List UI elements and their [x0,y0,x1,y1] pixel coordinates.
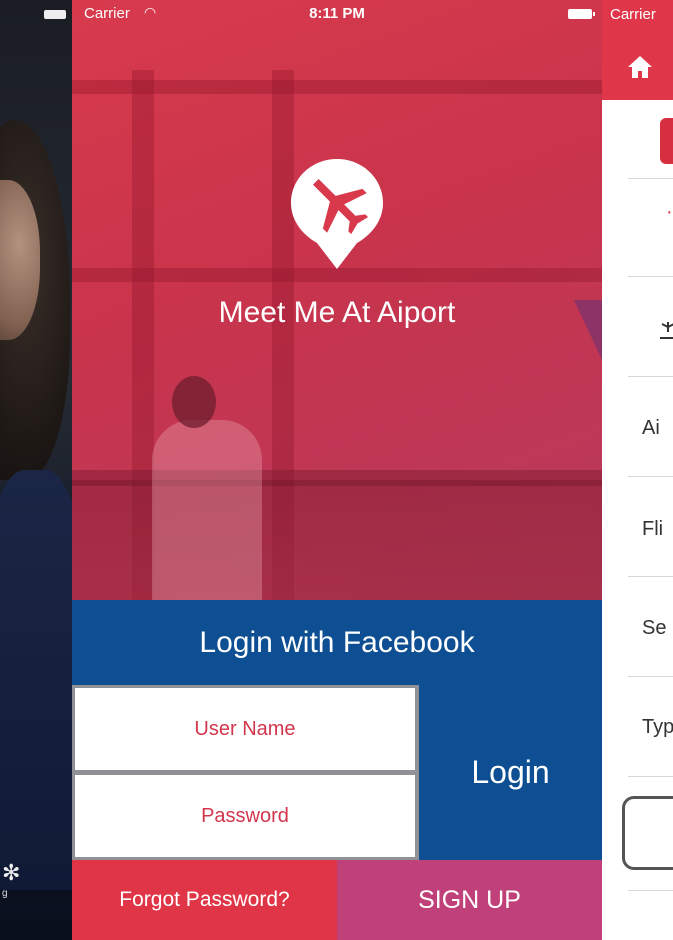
window-frame [72,80,602,94]
tab-bar-icon[interactable]: ✻ [2,860,20,886]
password-field[interactable]: Password [75,775,415,857]
login-with-facebook-button[interactable]: Login with Facebook [72,600,602,685]
form-row-service[interactable]: Se [642,617,666,640]
plane-pin-icon [291,159,383,269]
clock: 8:11 PM [309,5,365,22]
forgot-password-button[interactable]: Forgot Password? [72,860,337,940]
plane-icon [660,322,673,339]
battery-icon [44,10,66,19]
battery-icon [568,9,595,19]
nav-header: Carrier [602,0,673,100]
red-marker: · [666,201,673,223]
form-row-airport[interactable]: Ai [642,417,660,440]
left-screen-partial: ✻ g [0,0,72,940]
username-field[interactable]: User Name [75,688,415,770]
app-title: Meet Me At Aiport [218,296,456,329]
form-row-type[interactable]: Typ [642,716,673,739]
divider [628,576,673,577]
tab-bar-label: g [2,888,8,899]
photo-jacket [0,470,72,890]
divider [628,776,673,777]
select-box[interactable] [622,796,673,870]
hero-background: Carrier ◠ 8:11 PM Meet Me At Aiport [72,0,602,600]
login-button[interactable]: Login [419,685,602,860]
sign-up-button[interactable]: SIGN UP [337,860,602,940]
segment-tab[interactable] [660,118,673,164]
divider [628,276,673,277]
divider [628,376,673,377]
status-bar: Carrier ◠ 8:11 PM [72,0,602,28]
home-icon[interactable] [626,54,654,80]
right-screen-partial: Carrier · Ai Fli Se Typ [602,0,673,940]
divider [628,676,673,677]
login-screen: Carrier ◠ 8:11 PM Meet Me At Aiport Logi… [72,0,602,940]
person-silhouette-body [152,420,262,600]
form-row-flight[interactable]: Fli [642,518,663,541]
login-form: User Name Password Login [72,685,602,860]
person-silhouette-head [172,376,216,428]
divider [628,476,673,477]
divider [628,178,673,179]
divider [628,890,673,891]
carrier-label: Carrier [610,6,656,23]
